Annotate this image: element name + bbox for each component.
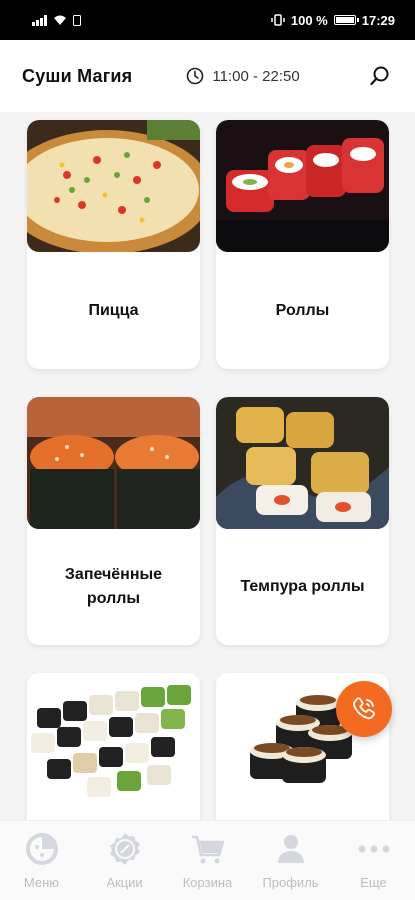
clock-icon: [187, 67, 204, 85]
category-card-rolls[interactable]: Роллы: [216, 120, 389, 369]
vibrate-icon: [271, 14, 285, 26]
pizza-image: [27, 120, 200, 252]
status-bar: 100 % 17:29: [0, 0, 415, 40]
signal-icon: [32, 14, 47, 26]
battery-percent: 100 %: [290, 12, 328, 28]
nav-label: Корзина: [182, 875, 233, 890]
more-dots-icon: [358, 845, 389, 853]
search-button[interactable]: [367, 63, 393, 89]
category-label: Запечённые роллы: [64, 566, 163, 607]
nav-label: Акции: [106, 875, 143, 890]
nav-item-cart[interactable]: Корзина: [166, 821, 249, 900]
search-icon: [370, 66, 389, 86]
tempura-rolls-image: [216, 397, 389, 529]
category-label: [27, 805, 200, 820]
phone-call-icon: [353, 697, 376, 720]
category-label: Темпура роллы: [240, 578, 365, 595]
clock-time: 17:29: [361, 12, 395, 28]
call-button[interactable]: [336, 681, 392, 737]
nav-label: Меню: [23, 875, 60, 890]
cart-icon: [191, 835, 224, 864]
nav-item-more[interactable]: Еще: [332, 821, 415, 900]
category-card-baked-rolls[interactable]: Запечённые роллы: [27, 397, 200, 645]
status-left: [32, 14, 81, 26]
app-header: Суши Магия 11:00 - 22:50: [0, 40, 415, 112]
sushi-sets-image: [27, 673, 200, 805]
nav-item-profile[interactable]: Профиль: [249, 821, 332, 900]
category-label: [216, 805, 389, 820]
category-card-pizza[interactable]: Пицца: [27, 120, 200, 369]
wifi-icon: [54, 15, 66, 25]
rolls-image: [216, 120, 389, 252]
category-card-sets[interactable]: [27, 673, 200, 820]
working-hours: 11:00 - 22:50: [186, 67, 300, 85]
status-right: 100 % 17:29: [271, 13, 395, 28]
battery-icon: [333, 15, 359, 25]
hours-text: 11:00 - 22:50: [212, 67, 300, 85]
category-label: Роллы: [275, 301, 330, 319]
category-label: Пицца: [88, 301, 139, 319]
nav-item-promo[interactable]: Акции: [83, 821, 166, 900]
category-card-tempura-rolls[interactable]: Темпура роллы: [216, 397, 389, 645]
sim-icon: [73, 14, 81, 26]
bottom-nav: Меню Акции Корзина Профиль Еще: [0, 820, 415, 900]
profile-icon: [277, 835, 304, 863]
promo-badge-icon: [109, 833, 140, 865]
nav-label: Еще: [360, 875, 387, 890]
nav-label: Профиль: [262, 875, 319, 890]
nav-item-menu[interactable]: Меню: [0, 821, 83, 900]
menu-pizza-icon: [25, 833, 58, 865]
baked-rolls-image: [27, 397, 200, 529]
app-title: Суши Магия: [22, 65, 133, 86]
